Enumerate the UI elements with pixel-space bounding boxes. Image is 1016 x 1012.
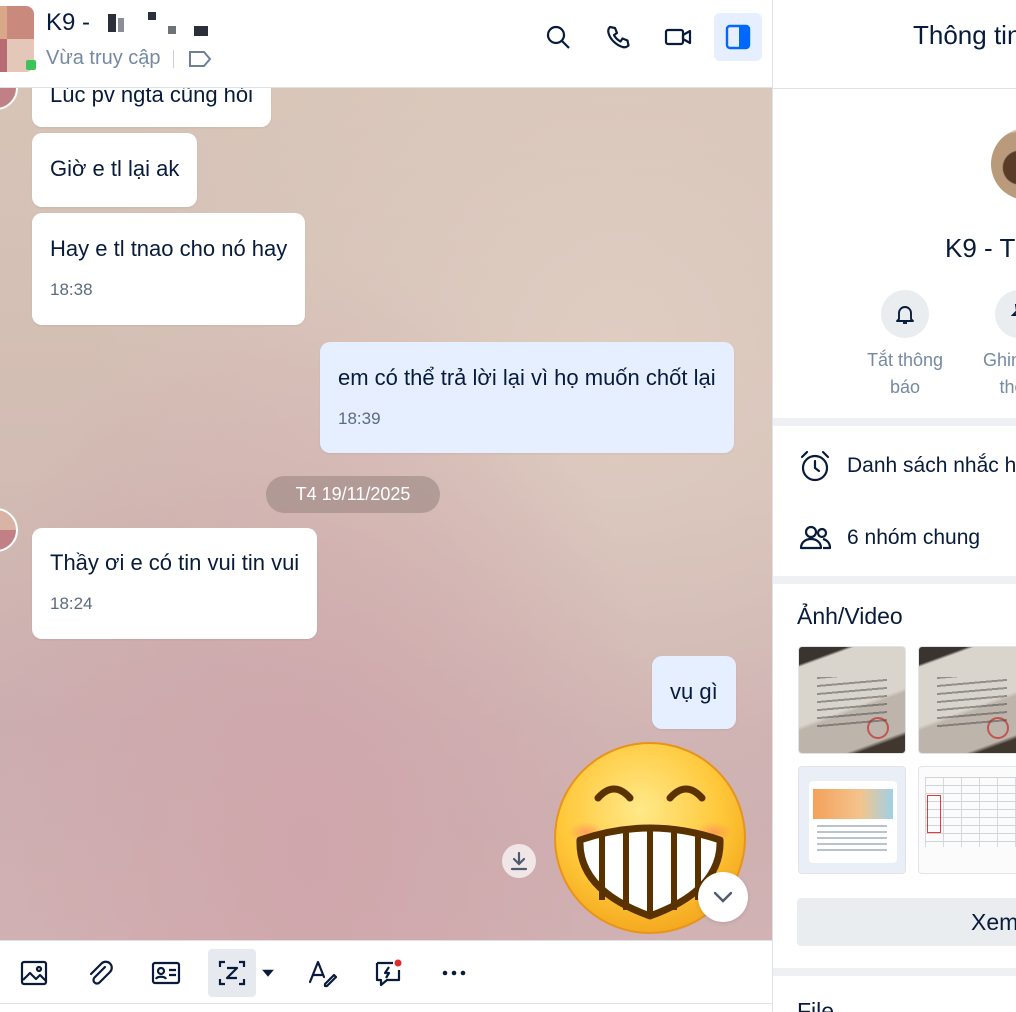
contact-name[interactable]: K9 - [46,9,90,37]
video-call-icon [664,28,692,46]
search-button[interactable] [534,13,582,61]
text-format-icon [308,960,337,988]
message-text: Giờ e tl lại ak [50,156,180,181]
message-time: 18:24 [50,594,93,613]
view-all-media-button[interactable]: Xem tất cả [797,898,1016,946]
action-label-line: báo [889,377,921,397]
thumbnail-banner [813,789,893,819]
message-text: Thầy ơi e có tin vui tin vui [50,550,300,575]
my-message-bubble[interactable]: em có thể trả lời lại vì họ muốn chốt lạ… [320,342,734,453]
sender-avatar[interactable] [0,508,18,552]
action-label-line: Ghim hội [982,350,1016,370]
action-label: Tắt thông báo [855,347,955,401]
dropdown-caret-icon [262,969,274,977]
section-divider [773,418,1016,426]
composer-toolbar [0,940,772,1004]
date-separator: T4 19/11/2025 [266,476,440,513]
action-label-line: Tắt thông [866,350,944,370]
contact-status: Vừa truy cập [46,47,212,70]
image-icon [20,960,48,986]
scroll-to-bottom-button[interactable] [698,872,748,922]
download-sticker-button[interactable] [502,844,536,878]
bell-icon [896,306,914,324]
section-divider [773,968,1016,976]
bell-button[interactable] [881,290,929,338]
contact-avatar[interactable] [0,6,36,72]
contact-avatar-large[interactable] [991,128,1016,200]
reminders-row[interactable]: Danh sách nhắc hẹn [797,448,1016,484]
conversation-info-panel: Thông tin hội thoại K9 - T Tắt thông báo… [772,0,1016,1012]
pin-icon [1010,304,1016,316]
app-window: K9 - Vừa truy cập Lúc pv ngta cũng hỏi G… [0,0,1016,1012]
pin-conversation-action[interactable]: Ghim hội thoại [969,290,1016,401]
send-contact-card-button[interactable] [142,949,190,997]
chevron-down-icon [713,891,733,903]
divider [773,88,1016,89]
text-format-button[interactable] [298,949,346,997]
phone-icon [607,25,630,49]
media-thumbnail[interactable] [918,766,1016,874]
message-list[interactable]: Lúc pv ngta cũng hỏi Giờ e tl lại ak Hay… [0,88,772,940]
message-time: 18:38 [50,280,93,299]
message-bubble[interactable]: Giờ e tl lại ak [32,133,198,207]
tag-label-icon[interactable] [188,49,212,69]
message-text: Hay e tl tnao cho nó hay [50,236,288,261]
thumbnail-text-lines [817,825,887,851]
message-text: vụ gì [670,679,718,704]
chat-header: K9 - Vừa truy cập [0,0,772,88]
message-text: em có thể trả lời lại vì họ muốn chốt lạ… [338,365,716,390]
common-groups-row[interactable]: 6 nhóm chung [797,520,980,556]
message-bubble[interactable]: Hay e tl tnao cho nó hay 18:38 [32,213,306,325]
action-label-line: thoại [999,377,1016,397]
screenshot-options-button[interactable] [256,949,280,997]
more-options-button[interactable] [430,949,478,997]
info-panel-title: Thông tin hội thoại [913,20,1016,50]
attach-file-button[interactable] [76,949,124,997]
redacted-name-pixels [108,12,226,36]
my-message-bubble[interactable]: vụ gì [652,656,736,729]
contact-name-large: K9 - T [945,233,1016,263]
screenshot-button[interactable] [208,949,256,997]
contact-card-icon [151,961,181,985]
more-icon [442,970,466,976]
toggle-info-panel-icon [725,24,751,50]
action-label: Ghim hội thoại [969,347,1016,401]
media-thumbnail[interactable] [798,766,906,874]
message-time: 18:39 [338,409,381,428]
media-thumbnail[interactable] [918,646,1016,754]
header-actions [534,13,762,61]
group-users-icon [799,525,832,550]
reminders-label: Danh sách nhắc hẹn [847,454,1016,477]
video-call-button[interactable] [654,13,702,61]
attachment-icon [89,960,113,985]
search-icon [546,25,570,49]
stamp-mark [987,717,1009,739]
section-divider [773,576,1016,584]
common-groups-label: 6 nhóm chung [847,526,981,549]
status-text: Vừa truy cập [46,47,161,69]
download-icon [510,851,528,871]
highlight-box [927,795,941,833]
message-bubble[interactable]: Lúc pv ngta cũng hỏi [32,88,272,127]
quick-message-icon [375,959,402,987]
send-image-button[interactable] [10,949,58,997]
online-indicator [26,60,36,70]
mute-notifications-action[interactable]: Tắt thông báo [855,290,955,401]
chat-panel: K9 - Vừa truy cập Lúc pv ngta cũng hỏi G… [0,0,772,1012]
media-section-title[interactable]: Ảnh/Video [797,603,903,630]
files-section-title[interactable]: File [797,998,834,1012]
stamp-mark [867,717,889,739]
message-text: Lúc pv ngta cũng hỏi [50,88,254,107]
media-thumbnail[interactable] [798,646,906,754]
divider [172,49,174,68]
sender-avatar[interactable] [0,88,18,110]
pin-button[interactable] [995,290,1016,338]
toggle-info-panel-button[interactable] [714,13,762,61]
screenshot-icon [218,960,246,986]
call-button[interactable] [594,13,642,61]
alarm-clock-icon [800,450,830,482]
message-bubble[interactable]: Thầy ơi e có tin vui tin vui 18:24 [32,528,318,639]
quick-message-button[interactable] [364,949,412,997]
